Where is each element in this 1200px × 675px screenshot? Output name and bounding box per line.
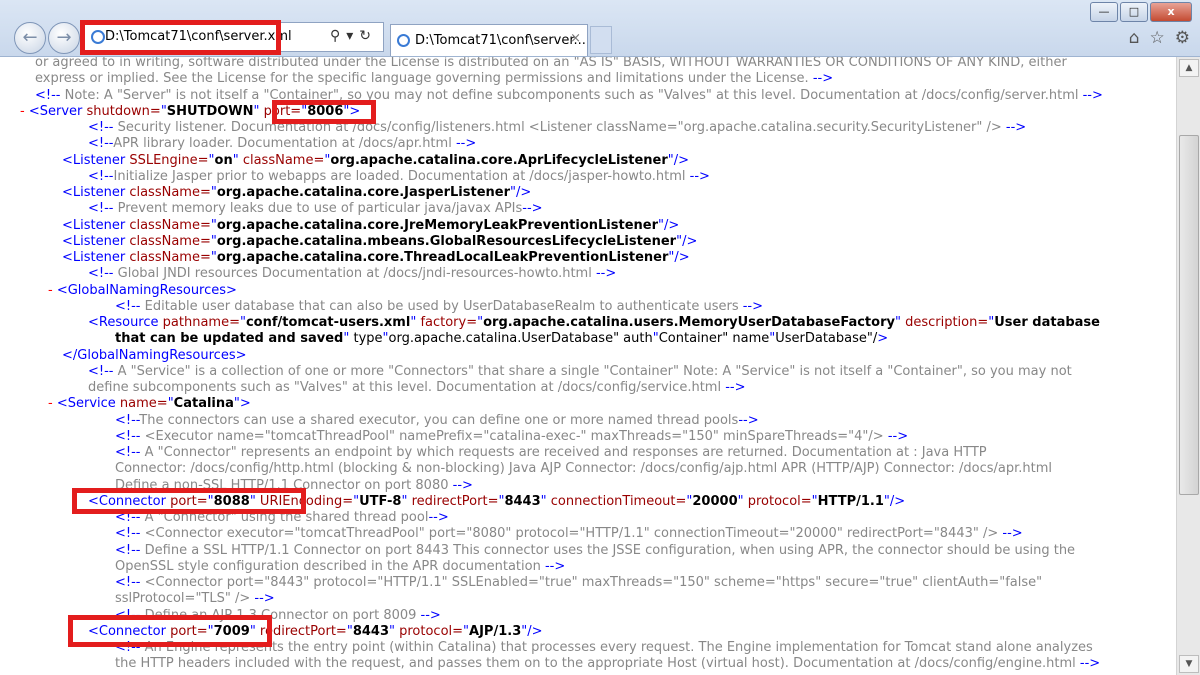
xml-comment-line: or agreed to in writing, software distri… [35, 57, 1067, 70]
browser-tab[interactable]: D:\Tomcat71\conf\server... × [390, 24, 588, 56]
forward-button[interactable]: → [48, 22, 80, 54]
xml-comment-line: <!-- A "Connector" represents an endpoin… [115, 445, 987, 460]
back-arrow-icon: ← [22, 27, 38, 48]
xml-document: or agreed to in writing, software distri… [0, 57, 1176, 675]
xml-element-line: <Listener className="org.apache.catalina… [62, 250, 690, 265]
xml-element-line[interactable]: - <Service name="Catalina"> [48, 396, 251, 412]
xml-comment-line: <!-- <Executor name="tomcatThreadPool" n… [115, 428, 909, 444]
favorites-star-icon[interactable]: ☆ [1150, 28, 1165, 48]
xml-element-line: <Listener SSLEngine="on" className="org.… [62, 152, 690, 168]
home-icon[interactable]: ⌂ [1129, 28, 1140, 48]
vertical-scrollbar[interactable]: ▲ ▼ [1176, 57, 1200, 675]
xml-comment-line: OpenSSL style configuration described in… [115, 558, 566, 574]
xml-comment-line: <!-- <Connector executor="tomcatThreadPo… [115, 526, 1023, 542]
xml-element-line: <Resource pathname="conf/tomcat-users.xm… [88, 315, 1100, 330]
highlight-ajp-port [68, 615, 272, 647]
search-icon[interactable]: ⚲ [330, 28, 346, 44]
xml-comment-line: <!-- Note: A "Server" is not itself a "C… [35, 87, 1103, 103]
xml-element-line: that can be updated and saved" type"org.… [115, 331, 889, 347]
xml-comment-line: Connector: /docs/config/http.html (block… [115, 461, 1053, 477]
xml-comment-line: <!--APR library loader. Documentation at… [88, 136, 477, 152]
xml-comment-line: express or implied. See the License for … [35, 71, 834, 87]
scroll-down-arrow-icon[interactable]: ▼ [1179, 655, 1199, 673]
xml-element-line: <Listener className="org.apache.catalina… [62, 217, 680, 233]
back-button[interactable]: ← [14, 22, 46, 54]
xml-element-line: <Listener className="org.apache.catalina… [62, 233, 698, 249]
xml-comment-line: <!-- <Connector port="8443" protocol="HT… [115, 575, 1043, 590]
xml-comment-line: define subcomponents such as "Valves" at… [88, 380, 746, 395]
highlight-server-port [272, 100, 376, 124]
xml-comment-line: <!-- Define a SSL HTTP/1.1 Connector on … [115, 542, 1076, 558]
xml-comment-line: <!-- Security listener. Documentation at… [88, 120, 1027, 135]
xml-comment-line: <!-- Prevent memory leaks due to use of … [88, 201, 543, 217]
forward-arrow-icon: → [56, 27, 72, 48]
highlight-http-port [72, 488, 306, 514]
scroll-thumb[interactable] [1179, 135, 1199, 495]
tab-close-icon[interactable]: × [570, 31, 581, 46]
window-controls: — □ x [1090, 2, 1192, 22]
tab-title[interactable]: D:\Tomcat71\conf\server... [415, 33, 586, 48]
minimize-button[interactable]: — [1090, 2, 1118, 22]
settings-gear-icon[interactable]: ⚙ [1175, 28, 1190, 48]
toolbar-icons: ⌂ ☆ ⚙ [1129, 28, 1190, 48]
highlight-address [80, 20, 281, 55]
xml-comment-line: <!-- Global JNDI resources Documentation… [88, 266, 617, 282]
xml-element-line[interactable]: - <GlobalNamingResources> [48, 283, 237, 299]
xml-comment-line: the HTTP headers included with the reque… [115, 656, 1101, 672]
xml-comment-line: sslProtocol="TLS" /> --> [115, 591, 275, 607]
maximize-button[interactable]: □ [1120, 2, 1148, 22]
dropdown-icon[interactable]: ▾ [346, 28, 359, 44]
xml-comment-line: <!-- A "Service" is a collection of one … [88, 363, 1072, 379]
refresh-icon[interactable]: ↻ [359, 28, 377, 44]
xml-comment-line: <!-- Editable user database that can als… [115, 298, 764, 314]
new-tab-button[interactable] [590, 26, 612, 54]
ie-tab-icon [397, 34, 410, 47]
xml-comment-line: <!--The connectors can use a shared exec… [115, 412, 759, 428]
close-button[interactable]: x [1150, 2, 1192, 22]
xml-comment-line: <!--Initialize Jasper prior to webapps a… [88, 168, 710, 184]
address-tools[interactable]: ⚲▾↻ [330, 28, 377, 44]
xml-element-line: <Listener className="org.apache.catalina… [62, 185, 532, 200]
scroll-up-arrow-icon[interactable]: ▲ [1179, 59, 1199, 77]
xml-element-line: </GlobalNamingResources> [62, 347, 247, 363]
